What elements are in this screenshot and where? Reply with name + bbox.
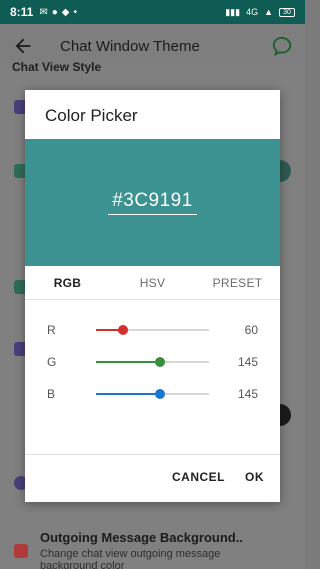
blue-slider[interactable] [96, 389, 209, 399]
battery-icon: 30 [279, 7, 295, 17]
outgoing-background-subtitle: Change chat view outgoing message backgr… [40, 548, 221, 569]
chat-bubble-icon[interactable] [271, 35, 293, 57]
tab-rgb[interactable]: RGB [25, 266, 110, 299]
wifi-icon: ▲ [264, 7, 273, 17]
tab-hsv[interactable]: HSV [110, 266, 195, 299]
slider-row-blue: B 145 [25, 384, 280, 404]
slider-label: R [47, 323, 56, 337]
slider-thumb[interactable] [155, 389, 166, 399]
ghost-icon: ◆ [61, 6, 70, 18]
cancel-button[interactable]: CANCEL [172, 470, 225, 484]
red-slider[interactable] [96, 325, 209, 335]
chat-icon: ● [51, 6, 58, 18]
slider-value: 145 [237, 387, 258, 401]
message-icon: ✉ [39, 6, 48, 18]
ok-button[interactable]: OK [245, 470, 264, 484]
slider-fill [96, 393, 161, 395]
tab-preset[interactable]: PRESET [195, 266, 280, 299]
color-preview: #3C9191 [25, 139, 280, 266]
signal-icon: ▮▮▮ [225, 6, 241, 17]
status-bar: 8:11 ✉ ● ◆ • ▮▮▮ 4G ▲ 30 [0, 0, 305, 24]
slider-value: 145 [237, 355, 258, 369]
dialog-title: Color Picker [45, 106, 138, 125]
page-title: Chat Window Theme [60, 37, 200, 55]
dialog-actions: CANCEL OK [172, 470, 264, 484]
hex-value-input[interactable]: #3C9191 [108, 190, 197, 215]
slider-row-green: G 145 [25, 352, 280, 372]
outgoing-message-icon [14, 544, 28, 558]
status-time: 8:11 [10, 5, 34, 19]
slider-row-red: R 60 [25, 320, 280, 340]
section-label: Chat View Style [12, 60, 102, 74]
slider-value: 60 [244, 323, 258, 337]
dialog-divider [25, 454, 280, 455]
network-label: 4G [246, 7, 259, 17]
dot-icon: • [73, 6, 78, 18]
slider-thumb[interactable] [155, 357, 166, 367]
slider-fill [96, 361, 161, 363]
color-picker-dialog: Color Picker #3C9191 RGB HSV PRESET R 60… [25, 90, 280, 502]
slider-thumb[interactable] [117, 325, 128, 335]
slider-label: B [47, 387, 56, 401]
back-arrow-icon[interactable] [12, 35, 34, 57]
slider-label: G [47, 355, 57, 369]
picker-tabs: RGB HSV PRESET [25, 266, 280, 300]
green-slider[interactable] [96, 357, 209, 367]
outgoing-background-title[interactable]: Outgoing Message Background.. [40, 530, 243, 545]
